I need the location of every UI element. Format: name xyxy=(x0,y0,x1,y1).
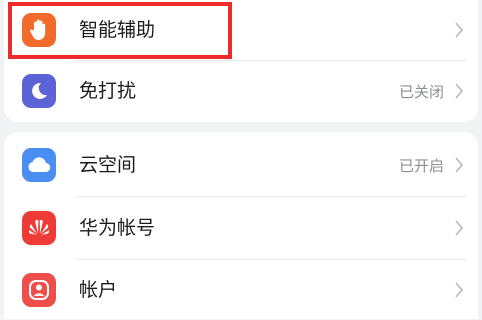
settings-item-label: 帐户 xyxy=(79,279,118,301)
moon-icon xyxy=(22,74,56,108)
settings-item-account[interactable]: 帐户 xyxy=(4,260,478,320)
settings-item-label: 免打扰 xyxy=(79,80,137,102)
chevron-right-icon xyxy=(455,83,464,99)
huawei-logo-icon xyxy=(22,211,56,245)
settings-item-value: 已关闭 xyxy=(398,83,444,101)
settings-item-label: 华为帐号 xyxy=(79,217,156,239)
chevron-right-icon xyxy=(455,220,464,236)
settings-item-cloud[interactable]: 云空间 已开启 xyxy=(4,135,478,195)
chevron-right-icon xyxy=(455,282,464,298)
chevron-right-icon xyxy=(455,22,464,38)
divider xyxy=(76,196,466,197)
chevron-right-icon xyxy=(455,157,464,173)
cloud-icon xyxy=(22,148,56,182)
highlight-box xyxy=(8,2,232,59)
settings-item-value: 已开启 xyxy=(398,157,444,175)
settings-item-label: 云空间 xyxy=(79,154,137,176)
settings-group-2: 云空间 已开启 华为帐号 帐户 xyxy=(4,132,478,319)
account-icon xyxy=(22,273,56,307)
settings-item-huawei-id[interactable]: 华为帐号 xyxy=(4,198,478,258)
settings-item-do-not-disturb[interactable]: 免打扰 已关闭 xyxy=(4,61,478,121)
